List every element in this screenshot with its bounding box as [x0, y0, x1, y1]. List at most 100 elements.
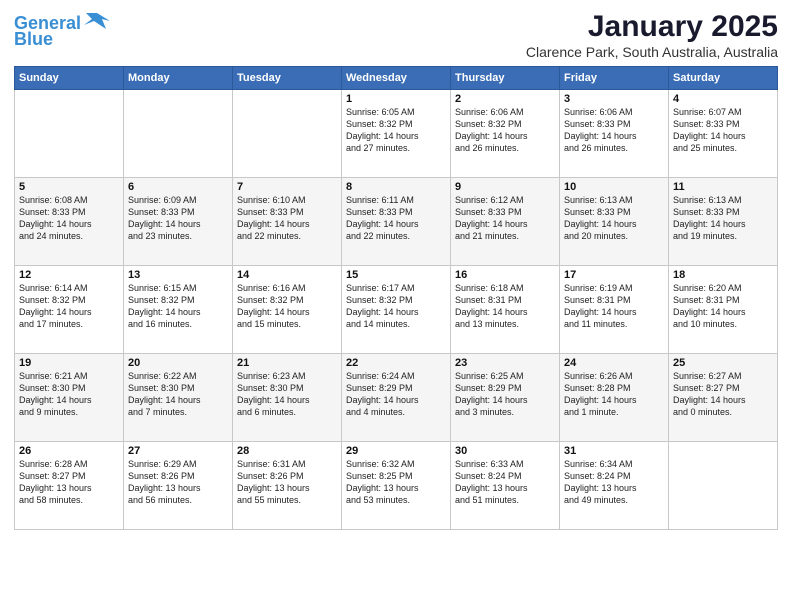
day-number: 31	[564, 445, 664, 457]
day-number: 15	[346, 269, 446, 281]
day-info: Sunrise: 6:26 AM Sunset: 8:28 PM Dayligh…	[564, 370, 664, 419]
day-number: 4	[673, 93, 773, 105]
day-number: 3	[564, 93, 664, 105]
weekday-header-monday: Monday	[124, 67, 233, 90]
day-number: 27	[128, 445, 228, 457]
day-number: 24	[564, 357, 664, 369]
week-row-3: 12Sunrise: 6:14 AM Sunset: 8:32 PM Dayli…	[15, 266, 778, 354]
day-cell	[124, 90, 233, 178]
day-cell: 27Sunrise: 6:29 AM Sunset: 8:26 PM Dayli…	[124, 442, 233, 530]
day-info: Sunrise: 6:34 AM Sunset: 8:24 PM Dayligh…	[564, 458, 664, 507]
day-info: Sunrise: 6:08 AM Sunset: 8:33 PM Dayligh…	[19, 194, 119, 243]
day-cell: 18Sunrise: 6:20 AM Sunset: 8:31 PM Dayli…	[669, 266, 778, 354]
day-cell: 22Sunrise: 6:24 AM Sunset: 8:29 PM Dayli…	[342, 354, 451, 442]
day-info: Sunrise: 6:27 AM Sunset: 8:27 PM Dayligh…	[673, 370, 773, 419]
page: General Blue January 2025 Clarence Park,…	[0, 0, 792, 612]
day-info: Sunrise: 6:10 AM Sunset: 8:33 PM Dayligh…	[237, 194, 337, 243]
day-info: Sunrise: 6:11 AM Sunset: 8:33 PM Dayligh…	[346, 194, 446, 243]
day-info: Sunrise: 6:28 AM Sunset: 8:27 PM Dayligh…	[19, 458, 119, 507]
weekday-header-wednesday: Wednesday	[342, 67, 451, 90]
day-cell: 7Sunrise: 6:10 AM Sunset: 8:33 PM Daylig…	[233, 178, 342, 266]
day-cell: 3Sunrise: 6:06 AM Sunset: 8:33 PM Daylig…	[560, 90, 669, 178]
day-cell	[669, 442, 778, 530]
calendar: SundayMondayTuesdayWednesdayThursdayFrid…	[14, 66, 778, 530]
day-cell: 1Sunrise: 6:05 AM Sunset: 8:32 PM Daylig…	[342, 90, 451, 178]
logo-blue: Blue	[14, 30, 53, 50]
title-block: January 2025 Clarence Park, South Austra…	[526, 10, 778, 60]
day-cell: 28Sunrise: 6:31 AM Sunset: 8:26 PM Dayli…	[233, 442, 342, 530]
day-info: Sunrise: 6:20 AM Sunset: 8:31 PM Dayligh…	[673, 282, 773, 331]
day-info: Sunrise: 6:07 AM Sunset: 8:33 PM Dayligh…	[673, 106, 773, 155]
day-number: 6	[128, 181, 228, 193]
day-cell: 2Sunrise: 6:06 AM Sunset: 8:32 PM Daylig…	[451, 90, 560, 178]
day-cell: 24Sunrise: 6:26 AM Sunset: 8:28 PM Dayli…	[560, 354, 669, 442]
day-cell: 29Sunrise: 6:32 AM Sunset: 8:25 PM Dayli…	[342, 442, 451, 530]
day-number: 11	[673, 181, 773, 193]
weekday-header-row: SundayMondayTuesdayWednesdayThursdayFrid…	[15, 67, 778, 90]
week-row-5: 26Sunrise: 6:28 AM Sunset: 8:27 PM Dayli…	[15, 442, 778, 530]
day-cell: 23Sunrise: 6:25 AM Sunset: 8:29 PM Dayli…	[451, 354, 560, 442]
week-row-4: 19Sunrise: 6:21 AM Sunset: 8:30 PM Dayli…	[15, 354, 778, 442]
day-number: 13	[128, 269, 228, 281]
day-cell: 31Sunrise: 6:34 AM Sunset: 8:24 PM Dayli…	[560, 442, 669, 530]
day-info: Sunrise: 6:12 AM Sunset: 8:33 PM Dayligh…	[455, 194, 555, 243]
day-number: 12	[19, 269, 119, 281]
day-number: 9	[455, 181, 555, 193]
day-cell: 25Sunrise: 6:27 AM Sunset: 8:27 PM Dayli…	[669, 354, 778, 442]
day-number: 1	[346, 93, 446, 105]
day-cell: 8Sunrise: 6:11 AM Sunset: 8:33 PM Daylig…	[342, 178, 451, 266]
logo: General Blue	[14, 14, 110, 50]
day-cell: 17Sunrise: 6:19 AM Sunset: 8:31 PM Dayli…	[560, 266, 669, 354]
day-number: 25	[673, 357, 773, 369]
weekday-header-saturday: Saturday	[669, 67, 778, 90]
weekday-header-tuesday: Tuesday	[233, 67, 342, 90]
day-info: Sunrise: 6:17 AM Sunset: 8:32 PM Dayligh…	[346, 282, 446, 331]
day-cell: 16Sunrise: 6:18 AM Sunset: 8:31 PM Dayli…	[451, 266, 560, 354]
location-subtitle: Clarence Park, South Australia, Australi…	[526, 44, 778, 60]
day-info: Sunrise: 6:25 AM Sunset: 8:29 PM Dayligh…	[455, 370, 555, 419]
day-number: 22	[346, 357, 446, 369]
day-number: 2	[455, 93, 555, 105]
day-cell: 11Sunrise: 6:13 AM Sunset: 8:33 PM Dayli…	[669, 178, 778, 266]
day-cell: 6Sunrise: 6:09 AM Sunset: 8:33 PM Daylig…	[124, 178, 233, 266]
day-number: 5	[19, 181, 119, 193]
day-cell: 21Sunrise: 6:23 AM Sunset: 8:30 PM Dayli…	[233, 354, 342, 442]
day-info: Sunrise: 6:13 AM Sunset: 8:33 PM Dayligh…	[673, 194, 773, 243]
day-cell: 26Sunrise: 6:28 AM Sunset: 8:27 PM Dayli…	[15, 442, 124, 530]
day-number: 18	[673, 269, 773, 281]
day-number: 19	[19, 357, 119, 369]
day-info: Sunrise: 6:14 AM Sunset: 8:32 PM Dayligh…	[19, 282, 119, 331]
day-info: Sunrise: 6:31 AM Sunset: 8:26 PM Dayligh…	[237, 458, 337, 507]
day-info: Sunrise: 6:09 AM Sunset: 8:33 PM Dayligh…	[128, 194, 228, 243]
day-info: Sunrise: 6:23 AM Sunset: 8:30 PM Dayligh…	[237, 370, 337, 419]
day-info: Sunrise: 6:33 AM Sunset: 8:24 PM Dayligh…	[455, 458, 555, 507]
day-number: 16	[455, 269, 555, 281]
day-number: 30	[455, 445, 555, 457]
day-cell	[233, 90, 342, 178]
day-info: Sunrise: 6:13 AM Sunset: 8:33 PM Dayligh…	[564, 194, 664, 243]
day-number: 17	[564, 269, 664, 281]
day-info: Sunrise: 6:19 AM Sunset: 8:31 PM Dayligh…	[564, 282, 664, 331]
day-info: Sunrise: 6:21 AM Sunset: 8:30 PM Dayligh…	[19, 370, 119, 419]
day-number: 21	[237, 357, 337, 369]
day-number: 7	[237, 181, 337, 193]
day-cell: 20Sunrise: 6:22 AM Sunset: 8:30 PM Dayli…	[124, 354, 233, 442]
day-cell: 5Sunrise: 6:08 AM Sunset: 8:33 PM Daylig…	[15, 178, 124, 266]
weekday-header-sunday: Sunday	[15, 67, 124, 90]
day-number: 8	[346, 181, 446, 193]
day-info: Sunrise: 6:18 AM Sunset: 8:31 PM Dayligh…	[455, 282, 555, 331]
day-cell: 13Sunrise: 6:15 AM Sunset: 8:32 PM Dayli…	[124, 266, 233, 354]
day-number: 26	[19, 445, 119, 457]
day-info: Sunrise: 6:22 AM Sunset: 8:30 PM Dayligh…	[128, 370, 228, 419]
day-number: 14	[237, 269, 337, 281]
day-cell: 12Sunrise: 6:14 AM Sunset: 8:32 PM Dayli…	[15, 266, 124, 354]
day-info: Sunrise: 6:24 AM Sunset: 8:29 PM Dayligh…	[346, 370, 446, 419]
day-number: 20	[128, 357, 228, 369]
day-cell: 4Sunrise: 6:07 AM Sunset: 8:33 PM Daylig…	[669, 90, 778, 178]
day-cell: 9Sunrise: 6:12 AM Sunset: 8:33 PM Daylig…	[451, 178, 560, 266]
month-title: January 2025	[526, 10, 778, 44]
bird-icon	[84, 11, 110, 33]
day-cell: 30Sunrise: 6:33 AM Sunset: 8:24 PM Dayli…	[451, 442, 560, 530]
week-row-1: 1Sunrise: 6:05 AM Sunset: 8:32 PM Daylig…	[15, 90, 778, 178]
day-number: 10	[564, 181, 664, 193]
